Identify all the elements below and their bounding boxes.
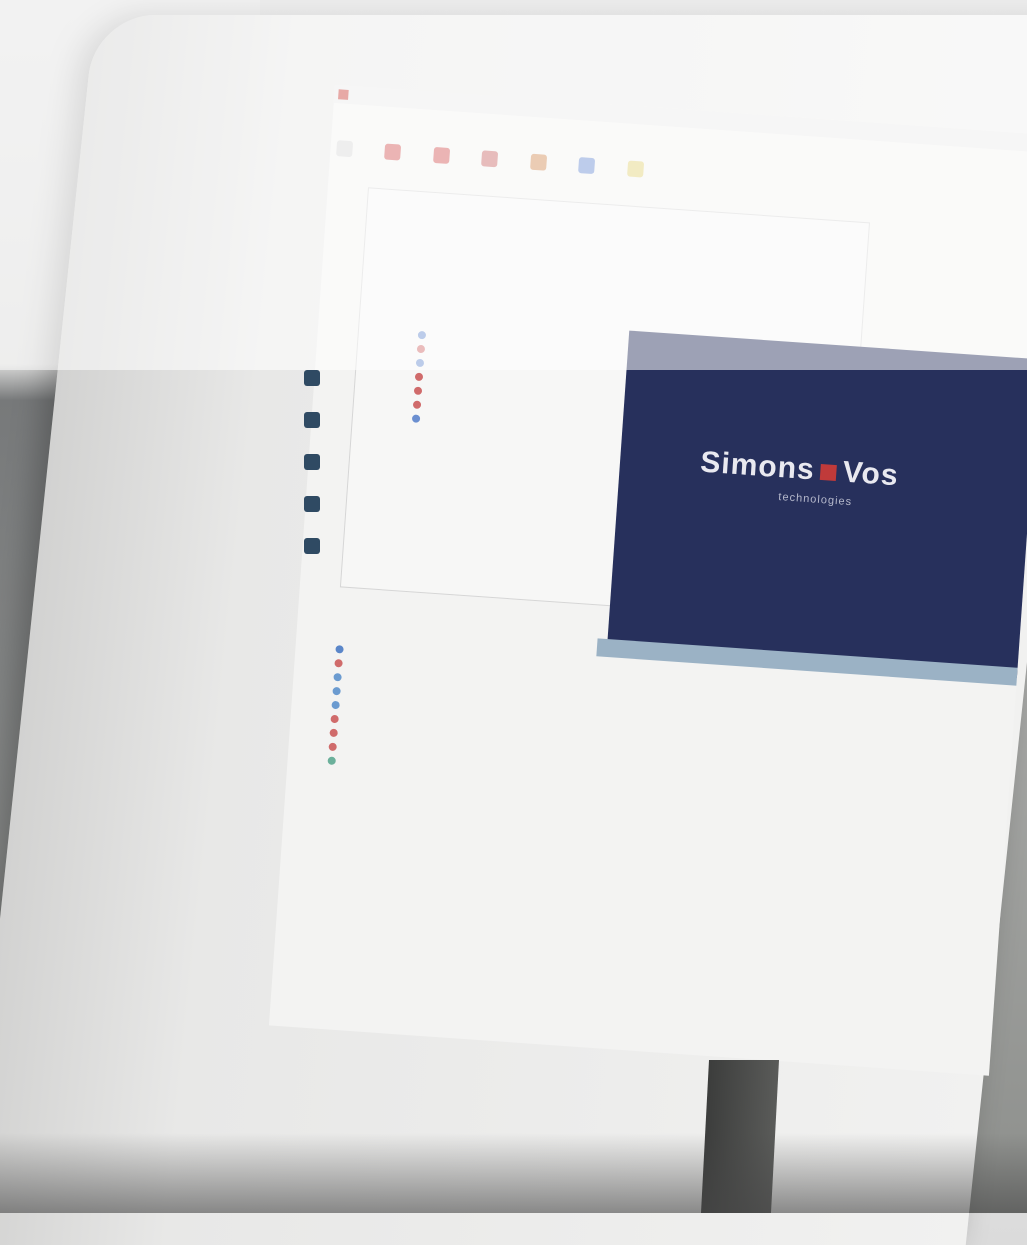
tree-item[interactable] <box>334 658 349 674</box>
side-toolbar <box>290 370 330 570</box>
tree-item[interactable] <box>327 756 342 772</box>
tree-item[interactable] <box>328 742 343 758</box>
tree-item[interactable] <box>331 700 346 716</box>
toolbar-icon[interactable] <box>481 150 499 168</box>
tree-view-top <box>411 330 618 443</box>
logo-panel: Simons Vos technologies <box>606 330 1027 680</box>
side-icon[interactable] <box>304 370 320 386</box>
tree-item[interactable] <box>330 714 345 730</box>
grid-rows <box>594 665 740 1050</box>
toolbar-icon[interactable] <box>336 140 354 158</box>
brand-left: Simons <box>699 445 816 487</box>
toolbar-icon[interactable] <box>578 157 596 175</box>
side-icon[interactable] <box>304 496 320 512</box>
side-icon[interactable] <box>304 538 320 554</box>
tree-view-bottom <box>327 645 350 771</box>
side-icon[interactable] <box>304 454 320 470</box>
monitor-screen: Simons Vos technologies <box>268 85 1027 1076</box>
tree-item[interactable] <box>329 728 344 744</box>
toolbar-icon[interactable] <box>432 146 451 164</box>
brand-tagline: technologies <box>777 491 853 509</box>
side-icon[interactable] <box>304 412 320 428</box>
brand-red-square <box>820 464 838 482</box>
tree-item[interactable] <box>333 672 348 688</box>
toolbar-icon[interactable] <box>626 160 644 178</box>
toolbar-icon[interactable] <box>529 153 547 171</box>
brand-logo: Simons Vos <box>699 445 900 494</box>
toolbar-icon[interactable] <box>384 143 402 161</box>
tree-item[interactable] <box>332 686 347 702</box>
brand-right: Vos <box>841 455 900 493</box>
app-icon <box>338 89 349 100</box>
bottom-shadow <box>0 1133 1027 1213</box>
tree-item[interactable] <box>335 645 350 660</box>
